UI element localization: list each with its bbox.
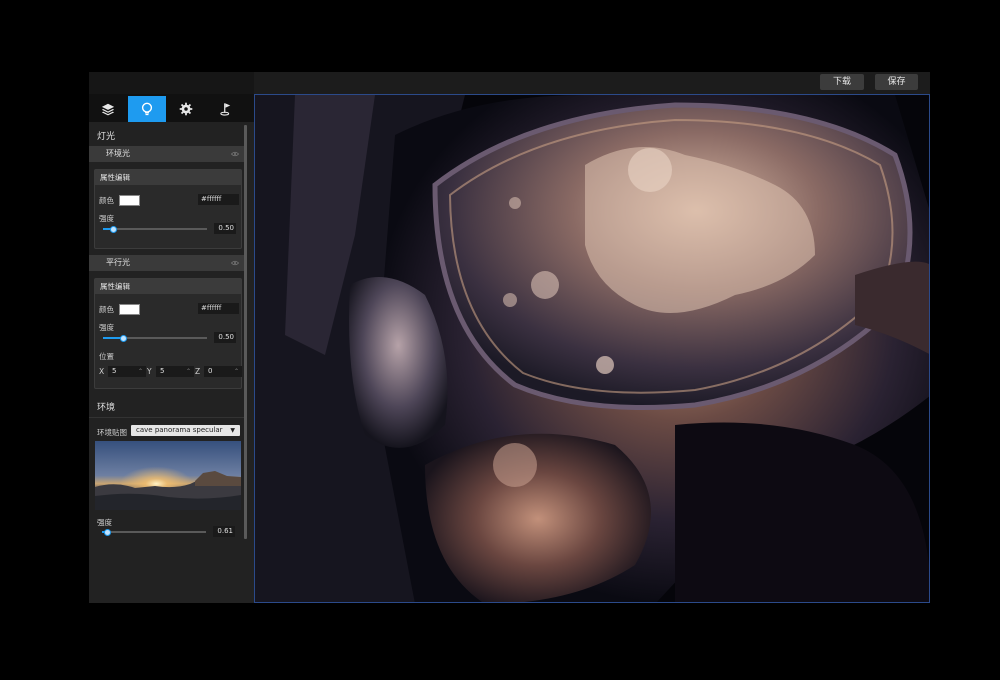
ambient-light-name: 环境光 [106,149,130,158]
ambient-properties-title: 属性编辑 [95,170,241,185]
directional-intensity-thumb[interactable] [120,335,127,342]
directional-color-swatch[interactable] [119,304,140,315]
stepper-icon[interactable]: ⌃ [186,366,191,377]
position-y-input[interactable]: 5 ⌃ [156,366,194,377]
directional-intensity-slider[interactable] [103,335,207,342]
directional-light-header[interactable]: 平行光 [89,255,244,271]
ambient-color-swatch[interactable] [119,195,140,206]
environment-map-label: 环境贴图 [97,428,127,437]
directional-intensity-value[interactable]: 0.50 [214,332,236,343]
environment-map-preview [95,441,241,510]
directional-properties-panel: 属性编辑 颜色 #ffffff 强度 0.50 位置 X 5 ⌃ Y 5 ⌃ Z [94,278,242,389]
eye-icon[interactable] [231,151,239,157]
environment-intensity-thumb[interactable] [104,529,111,536]
position-x-value: 5 [112,367,117,375]
toolbar-left-strip [89,72,254,94]
sidebar: 灯光 环境光 属性编辑 颜色 #ffffff 强度 0.50 平行光 属性编辑 … [89,94,254,603]
environment-intensity-slider[interactable] [102,529,206,536]
divider [89,417,244,418]
gear-icon [179,102,193,116]
ambient-color-hex[interactable]: #ffffff [198,194,239,205]
save-button[interactable]: 保存 [875,74,918,90]
stepper-icon[interactable]: ⌃ [234,366,239,377]
position-z-input[interactable]: 0 ⌃ [204,366,242,377]
environment-map-select[interactable]: cave panorama specular ▼ [131,425,240,436]
environment-section-title: 环境 [97,403,116,413]
position-y-value: 5 [160,367,165,375]
directional-color-hex[interactable]: #ffffff [198,303,239,314]
chevron-down-icon: ▼ [230,427,235,434]
tab-layers[interactable] [89,96,127,122]
flag-icon [220,103,231,116]
layers-icon [101,103,115,116]
sidebar-tabbar [89,94,254,122]
environment-map-selected: cave panorama specular [136,426,223,434]
ambient-intensity-thumb[interactable] [110,226,117,233]
ambient-properties-panel: 属性编辑 颜色 #ffffff 强度 0.50 [94,169,242,249]
download-button[interactable]: 下载 [820,74,864,90]
ambient-light-header[interactable]: 环境光 [89,146,244,162]
x-axis-label: X [99,367,105,376]
eye-icon[interactable] [231,260,239,266]
directional-color-label: 颜色 [99,305,114,314]
directional-position-label: 位置 [99,352,114,361]
editor-app: 下载 保存 灯光 环境光 属性编辑 颜色 #ffffff 强度 0.50 平行光… [89,72,930,603]
y-axis-label: Y [147,367,152,376]
ambient-intensity-value[interactable]: 0.50 [214,223,236,234]
environment-intensity-label: 强度 [97,518,112,527]
environment-intensity-value[interactable]: 0.61 [213,526,235,537]
armor-render [255,95,929,602]
ambient-intensity-label: 强度 [99,214,114,223]
lightbulb-icon [141,102,153,116]
directional-intensity-label: 强度 [99,323,114,332]
tab-settings[interactable] [167,96,205,122]
stepper-icon[interactable]: ⌃ [138,366,143,377]
lights-section-title: 灯光 [97,132,116,142]
3d-viewport[interactable] [254,94,930,603]
sidebar-scrollbar[interactable] [244,125,247,539]
z-axis-label: Z [195,367,201,376]
position-x-input[interactable]: 5 ⌃ [108,366,146,377]
top-toolbar: 下载 保存 [89,72,930,94]
tab-scene[interactable] [206,96,244,122]
tab-lights[interactable] [128,96,166,122]
directional-light-name: 平行光 [106,258,130,267]
position-z-value: 0 [208,367,213,375]
ambient-color-label: 颜色 [99,196,114,205]
directional-properties-title: 属性编辑 [95,279,241,294]
ambient-intensity-slider[interactable] [103,226,207,233]
